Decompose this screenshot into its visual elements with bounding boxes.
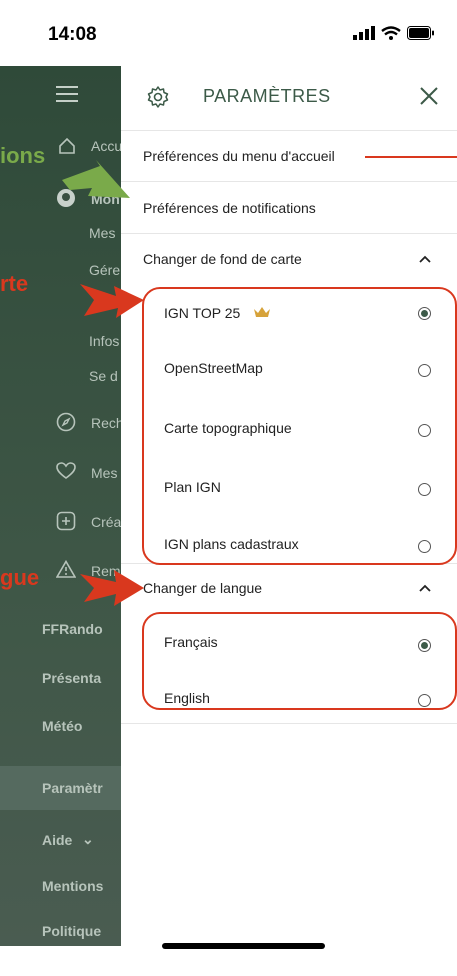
panel-header: PARAMÈTRES [121,66,457,131]
drawer-link-settings[interactable]: Paramètr [0,766,121,810]
signal-icon [353,26,375,40]
chevron-down-icon: ⌄ [82,831,94,847]
basemap-highlight-box [142,287,457,565]
wifi-icon [381,26,401,40]
status-bar: 14:08 [0,0,457,66]
status-icons [353,26,435,40]
phone-screen: 14:08 Accu Mon Mes Gére Infos Se d Rech … [0,0,457,976]
status-time: 14:08 [48,24,97,45]
gear-icon [147,86,169,108]
language-section-header[interactable]: Changer de langue [121,564,457,612]
divider [121,723,457,724]
compass-icon [56,412,76,432]
annotation-label-red-2: gue [0,565,40,590]
basemap-section-header[interactable]: Changer de fond de carte [121,234,457,284]
close-icon[interactable] [419,86,439,106]
annotation-arrow-red-2 [80,570,144,606]
notification-prefs-row[interactable]: Préférences de notifications [121,182,457,234]
home-indicator [162,943,325,949]
warning-icon [56,560,76,578]
chevron-up-icon [419,250,431,266]
plus-square-icon [56,511,76,531]
annotation-arrow-green [62,160,130,198]
chevron-up-icon [419,579,431,595]
hamburger-menu-icon[interactable] [56,86,78,102]
annotation-underline [365,156,457,158]
annotation-label-red-1: rte [0,271,29,296]
battery-icon [407,26,434,40]
annotation-label-green: ions [0,143,46,168]
page-title: PARAMÈTRES [203,86,331,106]
home-icon [59,137,75,154]
annotation-arrow-red-1 [80,284,144,318]
language-highlight-box [142,612,457,710]
heart-icon [56,462,76,479]
